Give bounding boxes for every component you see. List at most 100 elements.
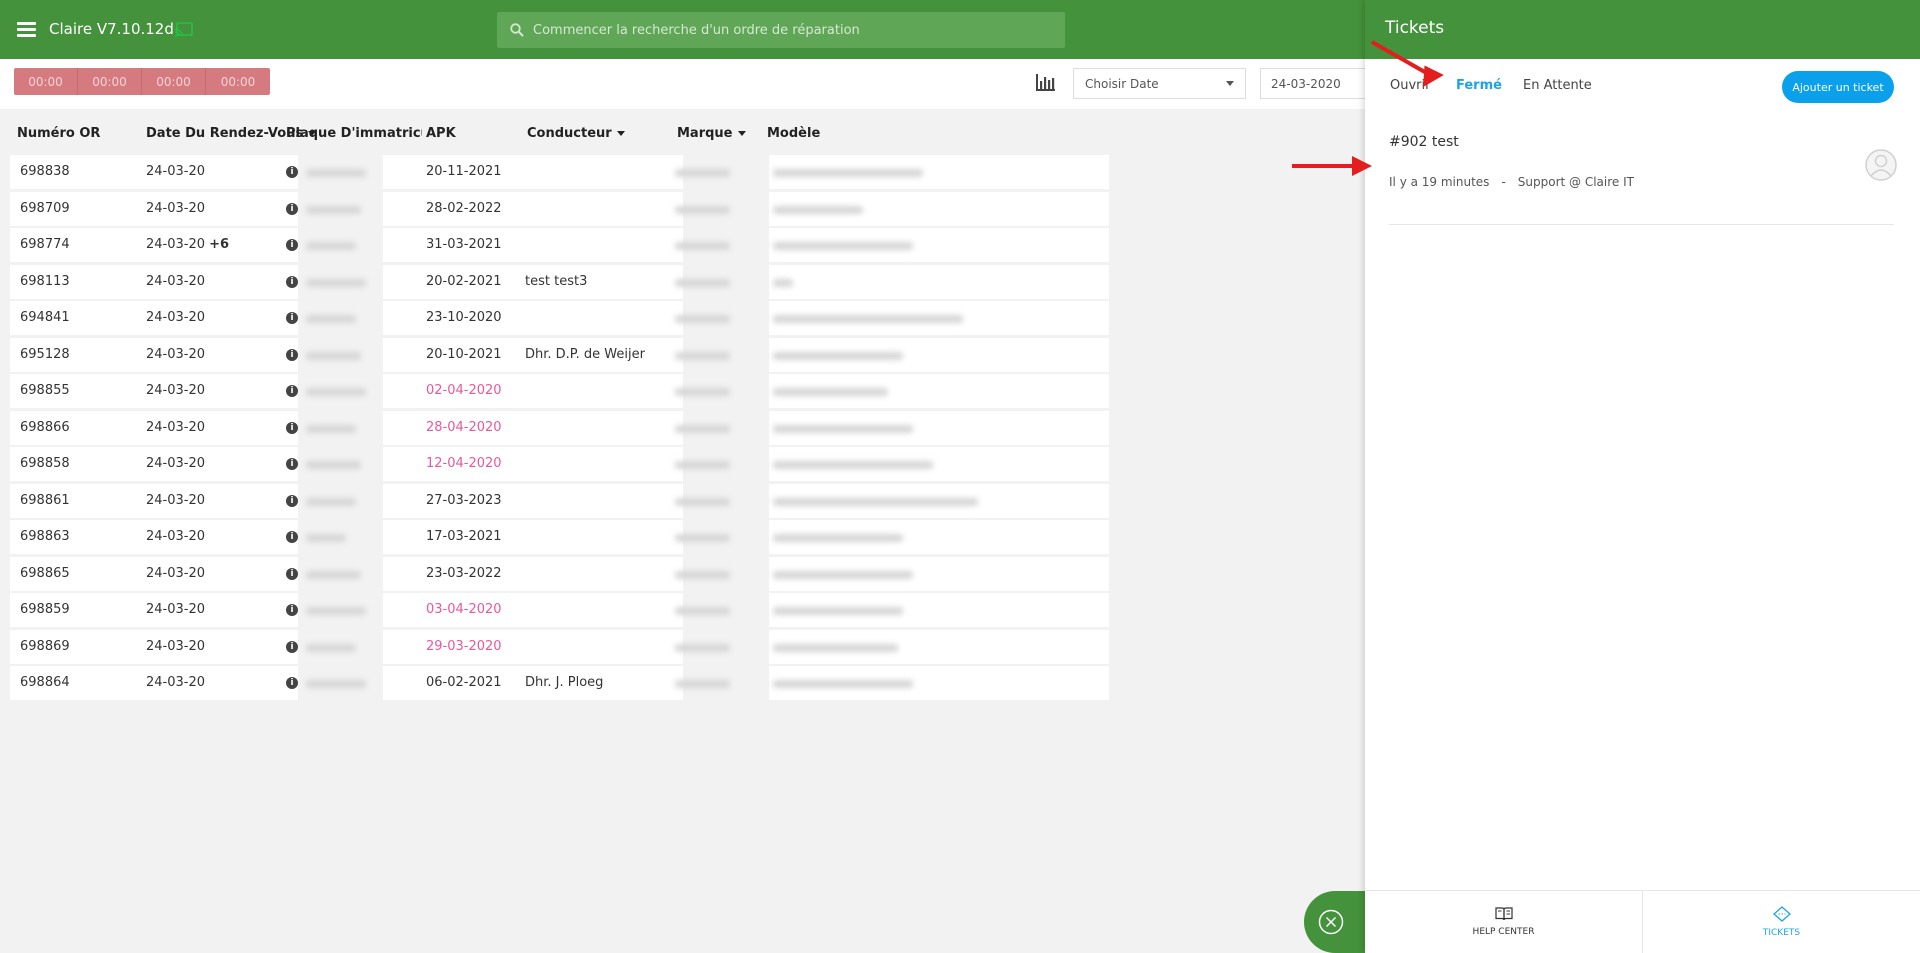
tab-en-attente[interactable]: En Attente	[1523, 78, 1592, 93]
ticket-item[interactable]: #902 test Il y a 19 minutes - Support @ …	[1389, 134, 1894, 225]
redacted-brand	[675, 497, 730, 506]
cell-or: 698869	[20, 638, 70, 654]
info-icon[interactable]: i	[286, 531, 298, 543]
ticket-separator: -	[1501, 175, 1506, 189]
table-row[interactable]: 694841 24-03-20 i 23-10-2020	[10, 301, 1365, 335]
table-row[interactable]: 698863 24-03-20 i 17-03-2021	[10, 520, 1365, 554]
toolbar: 00:00 00:00 00:00 00:00 Choisir Date 24-…	[0, 59, 1370, 109]
table-row[interactable]: 698866 24-03-20 i 28-04-2020	[10, 410, 1365, 445]
cell-or: 698861	[20, 492, 70, 508]
table-body: 698838 24-03-20 i 20-11-2021 698709 24-03-20…	[10, 155, 1365, 703]
menu-icon[interactable]	[17, 22, 36, 38]
tickets-button[interactable]: TICKETS	[1642, 891, 1920, 953]
table-row[interactable]: 698859 24-03-20 i 03-04-2020	[10, 593, 1365, 627]
redacted-model	[773, 351, 903, 360]
date-input[interactable]: 24-03-2020	[1260, 68, 1370, 99]
ticket-time: Il y a 19 minutes	[1389, 175, 1490, 189]
redacted-brand	[675, 680, 730, 688]
timer-button[interactable]: 00:00	[206, 68, 270, 95]
tab-ouvrir[interactable]: Ouvrir	[1390, 78, 1430, 93]
column-header-plate[interactable]: Plaque D'immatriculatio	[286, 126, 422, 141]
info-icon[interactable]: i	[286, 677, 298, 689]
cell-date: 24-03-20	[146, 346, 206, 362]
info-icon[interactable]: i	[286, 275, 298, 288]
cast-icon[interactable]	[175, 22, 193, 37]
info-icon[interactable]: i	[286, 604, 298, 616]
redacted-model	[773, 643, 898, 652]
table-row[interactable]: 698865 24-03-20 i 23-03-2022	[10, 556, 1365, 591]
redacted-model	[773, 424, 913, 433]
cell-or: 698709	[20, 200, 70, 216]
bar-chart-icon[interactable]	[1035, 74, 1055, 92]
redacted-model	[773, 205, 863, 214]
ticket-agent: Support @ Claire IT	[1517, 175, 1634, 189]
info-icon[interactable]: i	[286, 385, 298, 397]
redacted-model	[773, 315, 963, 323]
info-icon[interactable]: i	[286, 312, 298, 324]
cell-or: 698865	[20, 565, 70, 581]
redacted-model	[773, 497, 978, 506]
chevron-down-icon	[1226, 81, 1234, 86]
info-icon[interactable]: i	[286, 239, 298, 251]
panel-footer: HELP CENTER TICKETS	[1365, 890, 1920, 953]
info-icon[interactable]: i	[286, 494, 298, 507]
info-icon[interactable]: i	[286, 567, 298, 580]
info-icon[interactable]: i	[286, 202, 298, 215]
cell-or: 698855	[20, 383, 70, 398]
close-support-button[interactable]	[1304, 891, 1366, 953]
timer-button[interactable]: 00:00	[78, 68, 142, 95]
table-row[interactable]: 698838 24-03-20 i 20-11-2021	[10, 155, 1365, 189]
column-header-driver[interactable]: Conducteur	[527, 126, 625, 141]
redacted-plate	[306, 461, 361, 469]
cell-date: 24-03-20	[146, 310, 206, 325]
timer-group: 00:00 00:00 00:00 00:00	[14, 68, 270, 95]
table-row[interactable]: 698774 24-03-20 +6 i 31-03-2021	[10, 228, 1365, 262]
redacted-brand	[675, 534, 730, 542]
date-select[interactable]: Choisir Date	[1073, 68, 1246, 99]
tickets-panel: Tickets Ouvrir Fermé En Attente Ajouter …	[1365, 0, 1920, 953]
column-header-or[interactable]: Numéro OR	[17, 126, 100, 141]
search-icon	[510, 23, 524, 37]
search-input[interactable]	[533, 22, 1053, 38]
info-icon[interactable]: i	[286, 166, 298, 178]
table-row[interactable]: 698864 24-03-20 i 06-02-2021 Dhr. J. Ploeg	[10, 666, 1365, 700]
table-row[interactable]: 695128 24-03-20 i 20-10-2021 Dhr. D.P. de W…	[10, 337, 1365, 372]
cell-driver: test test3	[525, 273, 588, 289]
tickets-label: TICKETS	[1762, 928, 1801, 938]
timer-button[interactable]: 00:00	[14, 68, 78, 95]
table-row[interactable]: 698869 24-03-20 i 29-03-2020	[10, 629, 1365, 664]
column-header-apk[interactable]: APK	[426, 126, 456, 141]
redacted-model	[773, 570, 913, 579]
redacted-brand	[675, 315, 730, 323]
cell-apk: 23-03-2022	[426, 565, 502, 581]
help-center-button[interactable]: HELP CENTER	[1365, 891, 1642, 953]
cell-date: 24-03-20	[146, 602, 206, 617]
avatar	[1865, 149, 1897, 181]
column-header-brand[interactable]: Marque	[677, 126, 746, 141]
redacted-brand	[675, 424, 730, 433]
table-row[interactable]: 698709 24-03-20 i 28-02-2022	[10, 191, 1365, 226]
info-icon[interactable]: i	[286, 421, 298, 434]
redacted-plate	[306, 388, 366, 396]
redacted-plate	[306, 607, 366, 615]
tab-ferme[interactable]: Fermé	[1456, 78, 1502, 93]
add-ticket-button[interactable]: Ajouter un ticket	[1782, 71, 1894, 103]
redacted-plate	[306, 278, 366, 287]
sort-icon	[737, 131, 746, 136]
info-icon[interactable]: i	[286, 348, 298, 361]
redacted-brand	[675, 169, 730, 177]
table-row[interactable]: 698858 24-03-20 i 12-04-2020	[10, 447, 1365, 481]
table-row[interactable]: 698113 24-03-20 i 20-02-2021 test test3	[10, 264, 1365, 299]
cell-date: 24-03-20	[146, 565, 206, 581]
column-header-model[interactable]: Modèle	[767, 126, 820, 141]
info-icon[interactable]: i	[286, 640, 298, 653]
redacted-model	[773, 680, 913, 688]
cell-or: 698838	[20, 164, 70, 179]
date-select-label: Choisir Date	[1085, 76, 1159, 91]
redacted-brand	[675, 388, 730, 396]
table-row[interactable]: 698861 24-03-20 i 27-03-2023	[10, 483, 1365, 518]
info-icon[interactable]: i	[286, 458, 298, 470]
timer-button[interactable]: 00:00	[142, 68, 206, 95]
table-row[interactable]: 698855 24-03-20 i 02-04-2020	[10, 374, 1365, 408]
cell-apk: 20-10-2021	[426, 346, 502, 362]
